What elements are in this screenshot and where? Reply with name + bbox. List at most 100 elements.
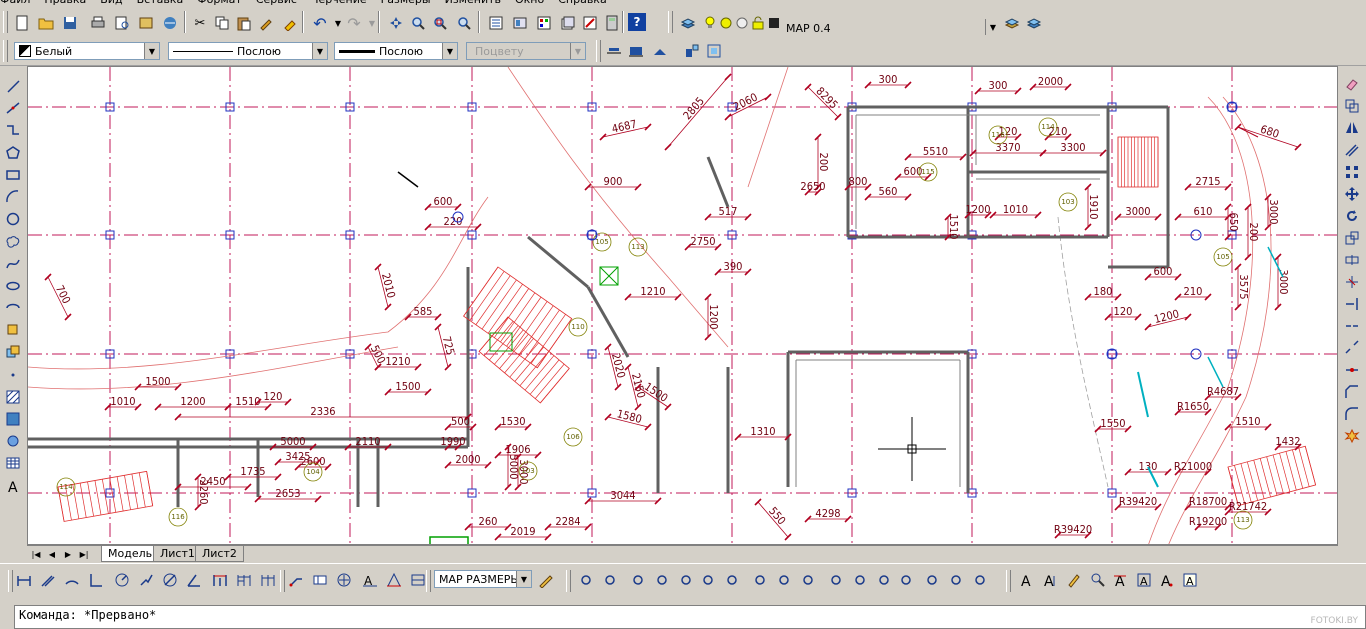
zoom-previous-icon[interactable] [454, 13, 474, 33]
move-icon[interactable] [1342, 184, 1362, 204]
region-icon[interactable] [3, 431, 23, 451]
toolbar-grip[interactable] [3, 40, 8, 62]
ordinate-dim-icon[interactable] [86, 570, 106, 590]
snap-endpoint-icon[interactable] [628, 570, 648, 590]
jogged-dim-icon[interactable] [136, 570, 156, 590]
text-style-icon[interactable]: A [1110, 570, 1130, 590]
redo-icon[interactable]: ↷ [344, 13, 364, 33]
drawing-canvas[interactable]: 300 300 2000 8295 2060 2805 4687 5510 3370 3300 12… [27, 66, 1338, 545]
copy-icon[interactable] [212, 13, 232, 33]
snap-nearest-icon[interactable] [922, 570, 942, 590]
snap-settings-icon[interactable] [970, 570, 990, 590]
polygon-icon[interactable] [3, 143, 23, 163]
line-icon[interactable] [3, 76, 23, 96]
properties-icon[interactable] [486, 13, 506, 33]
break-at-point-icon[interactable] [1342, 316, 1362, 336]
toolbar-grip[interactable] [3, 11, 8, 33]
tab-layout2[interactable]: Лист2 [195, 546, 244, 562]
make-block-icon[interactable] [3, 342, 23, 362]
next-tab-icon[interactable]: ▶ [61, 548, 75, 560]
last-tab-icon[interactable]: ▶| [77, 548, 91, 560]
chevron-down-icon[interactable]: ▼ [144, 43, 159, 59]
snap-tangent-icon[interactable] [798, 570, 818, 590]
toolbar-grip[interactable] [8, 570, 13, 592]
chevron-down-icon[interactable]: ▼ [516, 571, 531, 587]
array-icon[interactable] [1342, 162, 1362, 182]
snap-from-icon[interactable] [600, 570, 620, 590]
snap-center-icon[interactable] [750, 570, 770, 590]
text-icon[interactable]: A [1016, 570, 1036, 590]
leader-icon[interactable] [286, 570, 306, 590]
calculator-icon[interactable] [602, 13, 622, 33]
paste-icon[interactable] [234, 13, 254, 33]
dim-text-edit-icon[interactable] [384, 570, 404, 590]
circle-icon[interactable] [3, 209, 23, 229]
temp-track-icon[interactable] [576, 570, 596, 590]
snap-midpoint-icon[interactable] [652, 570, 672, 590]
save-icon[interactable] [60, 13, 80, 33]
scale-text-icon[interactable]: A [1134, 570, 1154, 590]
spline-icon[interactable] [3, 254, 23, 274]
color-combo[interactable]: Белый ▼ [14, 42, 160, 60]
snap-insert-icon[interactable] [874, 570, 894, 590]
dim-style-manager-icon[interactable] [536, 570, 556, 590]
snap-apparent-icon[interactable] [698, 570, 718, 590]
tab-model[interactable]: Модель [101, 546, 160, 562]
continue-dim-icon[interactable] [258, 570, 278, 590]
extend-icon[interactable] [1342, 294, 1362, 314]
paint-icon[interactable] [280, 13, 300, 33]
toolbar-grip[interactable] [596, 40, 601, 62]
arc-icon[interactable] [3, 187, 23, 207]
join-icon[interactable] [1342, 360, 1362, 380]
explode-icon[interactable] [1342, 426, 1362, 446]
justify-text-icon[interactable]: A [1156, 570, 1176, 590]
dim-style-icon[interactable] [604, 41, 624, 61]
tool-palettes-icon[interactable] [534, 13, 554, 33]
lineweight-combo[interactable]: Послою ▼ [334, 42, 458, 60]
linetype-combo[interactable]: Послою ▼ [168, 42, 328, 60]
command-line[interactable]: Команда: *Прервано* [14, 605, 1366, 629]
layer-combo[interactable]: МАР 0.4 ▼ [782, 19, 1000, 37]
snap-intersection-icon[interactable] [676, 570, 696, 590]
print-icon[interactable] [88, 13, 108, 33]
snap-quadrant-icon[interactable] [774, 570, 794, 590]
table-style-icon[interactable] [650, 41, 670, 61]
erase-icon[interactable] [1342, 74, 1362, 94]
cut-icon[interactable]: ✂ [190, 13, 210, 33]
new-icon[interactable] [12, 13, 32, 33]
aligned-dim-icon[interactable] [38, 570, 58, 590]
markup-icon[interactable] [580, 13, 600, 33]
arc-length-dim-icon[interactable] [62, 570, 82, 590]
snap-extension-icon[interactable] [722, 570, 742, 590]
table-icon[interactable] [3, 453, 23, 473]
prev-tab-icon[interactable]: ◀ [45, 548, 59, 560]
toolbar-grip[interactable] [426, 570, 431, 592]
toolbar-grip[interactable] [280, 570, 285, 592]
pan-icon[interactable] [386, 13, 406, 33]
diameter-dim-icon[interactable] [160, 570, 180, 590]
convert-space-icon[interactable]: A [1180, 570, 1200, 590]
chevron-down-icon[interactable]: ▼ [312, 43, 327, 59]
fillet-icon[interactable] [1342, 404, 1362, 424]
break-icon[interactable] [1342, 338, 1362, 358]
quick-dim-icon[interactable] [210, 570, 230, 590]
snap-perpendicular-icon[interactable] [826, 570, 846, 590]
copy-object-icon[interactable] [1342, 96, 1362, 116]
polyline-icon[interactable] [3, 120, 23, 140]
preview-icon[interactable] [112, 13, 132, 33]
gradient-icon[interactable] [3, 409, 23, 429]
rotate-icon[interactable] [1342, 206, 1362, 226]
first-tab-icon[interactable]: |◀ [29, 548, 43, 560]
angular-dim-icon[interactable] [184, 570, 204, 590]
dimstyle-combo[interactable]: МАР РАЗМЕРЫ ▼ [434, 570, 532, 588]
help-icon[interactable]: ? [628, 13, 646, 31]
revcloud-icon[interactable] [3, 231, 23, 251]
linear-dim-icon[interactable] [14, 570, 34, 590]
find-text-icon[interactable] [1088, 570, 1108, 590]
viewport-icon[interactable] [704, 41, 724, 61]
snap-parallel-icon[interactable] [850, 570, 870, 590]
dim-update-icon[interactable] [408, 570, 428, 590]
stretch-icon[interactable] [1342, 250, 1362, 270]
scale-icon[interactable] [1342, 228, 1362, 248]
construction-line-icon[interactable] [3, 98, 23, 118]
